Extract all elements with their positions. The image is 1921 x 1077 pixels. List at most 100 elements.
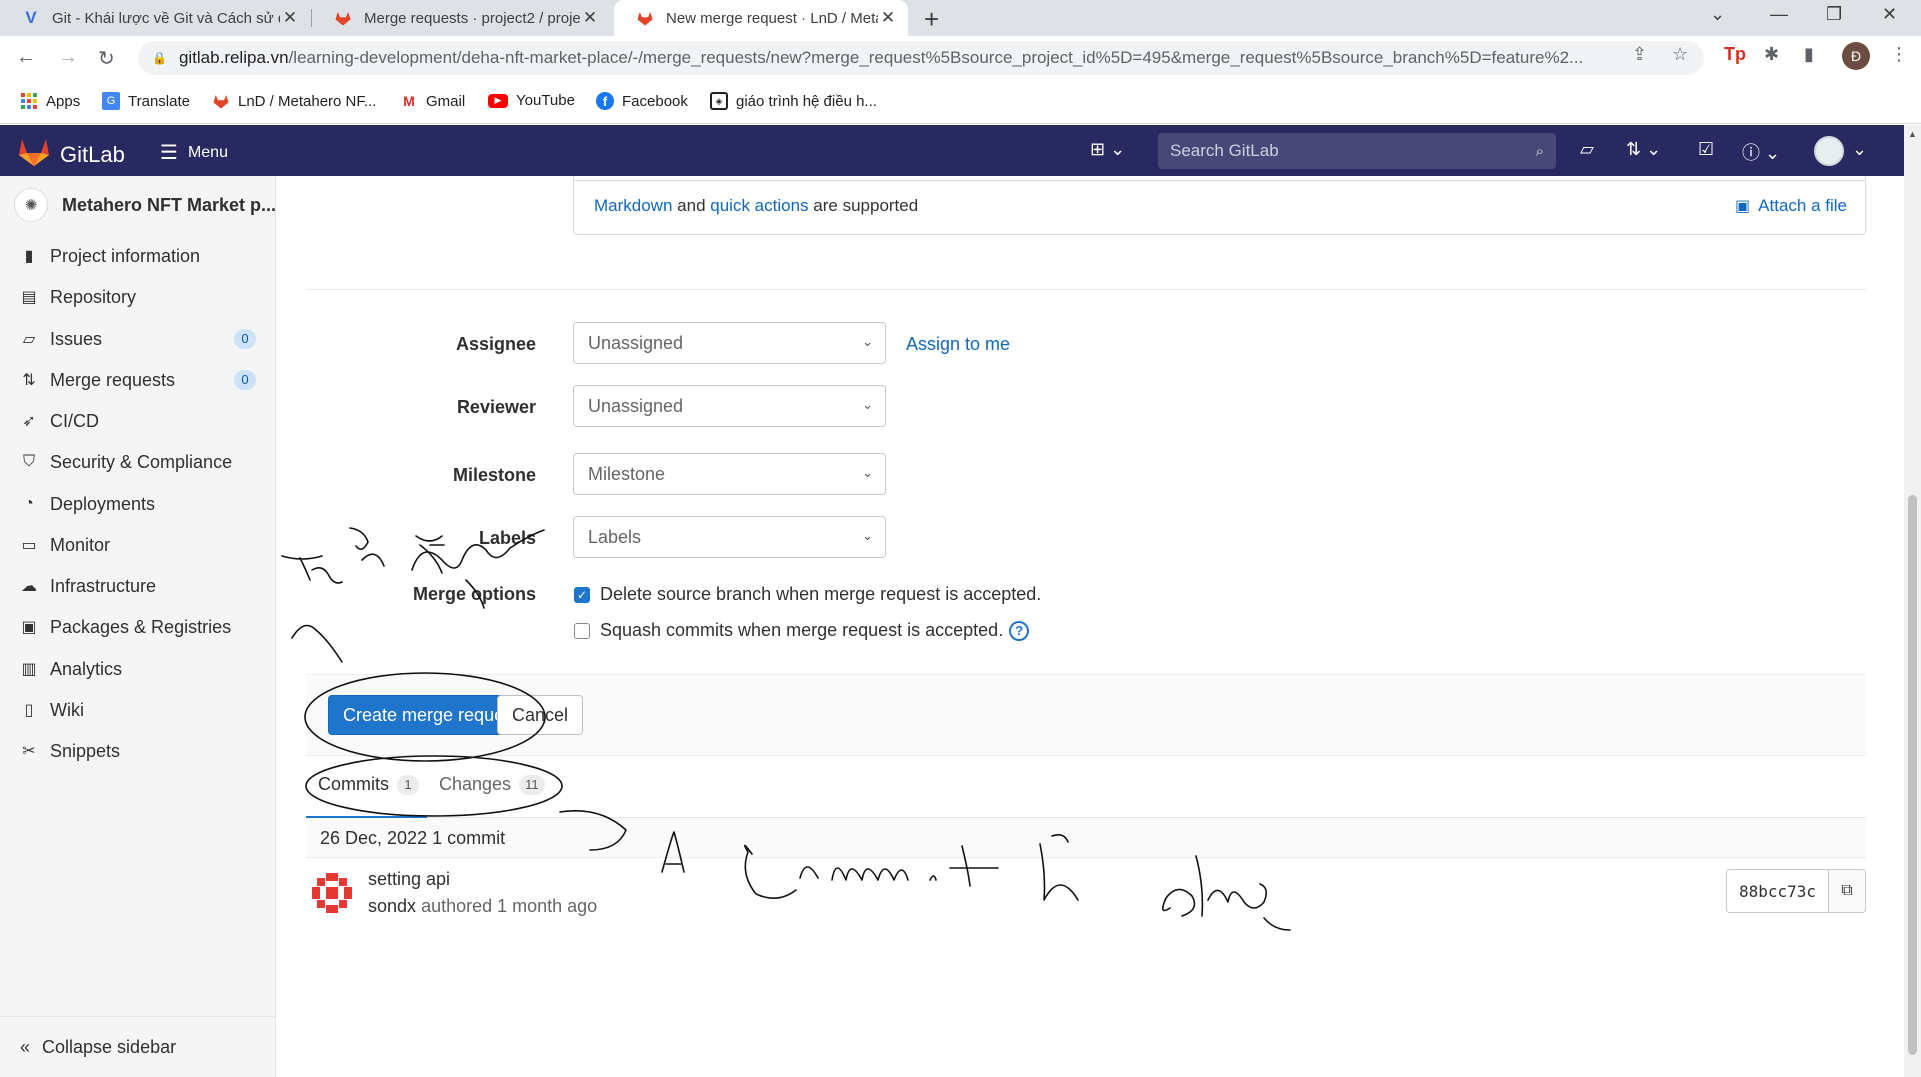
bookmark-youtube[interactable]: ▶ YouTube: [488, 92, 575, 109]
sidebar-item-label: Packages & Registries: [50, 616, 232, 637]
bookmark-giao-trinh[interactable]: ◈ giáo trình hệ điều h...: [710, 92, 877, 110]
bookmark-label: YouTube: [516, 92, 575, 109]
scroll-up-arrow-icon[interactable]: ▲: [1908, 129, 1917, 139]
info-icon: ▮: [24, 248, 34, 265]
sidebar-item-ci-cd[interactable]: ➶ CI/CD: [20, 406, 262, 436]
share-icon[interactable]: ⇪: [1632, 44, 1647, 65]
sidebar-item-label: Analytics: [50, 658, 123, 679]
issues-icon: ▱: [22, 331, 36, 348]
cancel-button[interactable]: Cancel: [497, 695, 584, 735]
page-scrollbar[interactable]: ▲: [1904, 125, 1921, 1077]
forward-arrow-icon[interactable]: →: [58, 46, 78, 69]
project-name-link[interactable]: ✺ Metahero NFT Market p...: [14, 188, 276, 222]
search-gitlab-input[interactable]: Search GitLab ⌕: [1158, 133, 1556, 169]
commit-author-link[interactable]: sondx: [368, 896, 416, 916]
kebab-menu-icon[interactable]: ⋮: [1890, 44, 1908, 65]
delete-source-branch-checkbox[interactable]: ✓: [574, 586, 590, 603]
tab-search-chevron-icon[interactable]: ⌄: [1710, 4, 1725, 25]
minimize-icon[interactable]: —: [1770, 4, 1788, 25]
todos-icon[interactable]: ☑: [1698, 139, 1714, 160]
delete-source-branch-option[interactable]: ✓ Delete source branch when merge reques…: [574, 584, 1041, 605]
window-close-icon[interactable]: ✕: [1882, 4, 1897, 25]
squash-commits-option[interactable]: Squash commits when merge request is acc…: [574, 620, 1030, 641]
attach-file-button[interactable]: ▣ Attach a file: [1735, 196, 1847, 216]
sidebar-item-analytics[interactable]: ▥ Analytics: [20, 654, 262, 684]
sidebar-item-issues[interactable]: ▱ Issues 0: [20, 324, 262, 354]
commit-title-link[interactable]: setting api: [368, 869, 450, 890]
sidebar-item-security[interactable]: ⛉ Security & Compliance: [20, 447, 262, 477]
new-tab-button[interactable]: +: [924, 4, 939, 35]
restore-icon[interactable]: ❐: [1826, 4, 1842, 25]
reload-icon[interactable]: ↻: [98, 46, 115, 71]
sidebar-item-label: Snippets: [50, 740, 121, 761]
scrollbar-thumb[interactable]: [1908, 495, 1917, 1055]
close-icon[interactable]: ✕: [878, 8, 898, 28]
bookmark-star-icon[interactable]: ☆: [1672, 44, 1688, 65]
back-arrow-icon[interactable]: ←: [16, 46, 36, 69]
sidebar-item-label: Merge requests: [50, 369, 176, 390]
commit-meta: sondx authored 1 month ago: [368, 896, 597, 917]
issues-header-icon[interactable]: ▱: [1580, 139, 1594, 160]
merge-options-label: Merge options: [412, 584, 536, 604]
sidebar-item-repository[interactable]: ▤ Repository: [20, 282, 262, 312]
sidebar-item-deployments[interactable]: ◔ Deployments: [20, 489, 262, 519]
commit-sha-button[interactable]: 88bcc73c: [1726, 870, 1829, 912]
bookmark-apps[interactable]: Apps: [20, 92, 80, 110]
bookmark-label: LnD / Metahero NF...: [238, 92, 377, 110]
milestone-label: Milestone: [452, 465, 536, 485]
sidebar-item-project-information[interactable]: ▮ Project information: [20, 241, 262, 271]
help-icon[interactable]: ⓘ ⌄: [1742, 139, 1780, 165]
bookmark-facebook[interactable]: f Facebook: [596, 92, 688, 110]
tab-commits[interactable]: Commits 1: [318, 774, 419, 795]
assignee-dropdown[interactable]: Unassigned ⌄: [573, 322, 886, 364]
extension-tp-icon[interactable]: Tp: [1724, 44, 1746, 65]
author-avatar[interactable]: [308, 869, 356, 917]
sidebar-item-infrastructure[interactable]: ☁ Infrastructure: [20, 571, 262, 601]
sidebar-item-merge-requests[interactable]: ⇅ Merge requests 0: [20, 365, 262, 395]
quick-actions-link[interactable]: quick actions: [710, 196, 808, 215]
user-avatar[interactable]: [1814, 136, 1844, 166]
labels-dropdown[interactable]: Labels ⌄: [573, 516, 886, 558]
close-icon[interactable]: ✕: [280, 8, 300, 28]
extensions-puzzle-icon[interactable]: ✱: [1764, 44, 1779, 65]
profile-avatar[interactable]: Đ: [1842, 42, 1870, 70]
sidebar-item-wiki[interactable]: ▯ Wiki: [20, 695, 262, 725]
bookmark-label: Apps: [46, 92, 81, 110]
close-icon[interactable]: ✕: [580, 8, 600, 28]
merge-request-icon: ⇅: [22, 372, 36, 389]
markdown-hint: Markdown and quick actions are supported: [594, 196, 918, 216]
merge-requests-header-icon[interactable]: ⇅ ⌄: [1626, 139, 1661, 160]
browser-tab-new-merge-request[interactable]: New merge request · LnD / Metahero ✕: [614, 0, 908, 36]
sidebar-item-packages[interactable]: ▣ Packages & Registries: [20, 612, 262, 642]
markdown-link[interactable]: Markdown: [594, 196, 672, 215]
bookmark-lnd-metahero[interactable]: LnD / Metahero NF...: [212, 92, 376, 110]
bookmark-gmail[interactable]: M Gmail: [400, 92, 465, 110]
bookmark-translate[interactable]: G Translate: [102, 92, 190, 110]
assignee-value: Unassigned: [588, 332, 684, 353]
new-item-dropdown-icon[interactable]: ⊞ ⌄: [1090, 139, 1125, 160]
squash-commits-checkbox[interactable]: [574, 622, 590, 639]
milestone-dropdown[interactable]: Milestone ⌄: [573, 453, 886, 495]
gitlab-logo-icon: [18, 137, 50, 173]
side-panel-icon[interactable]: ▮: [1804, 44, 1814, 65]
chevron-down-icon[interactable]: ⌄: [1852, 139, 1867, 160]
gitlab-home-link[interactable]: GitLab: [18, 137, 125, 173]
copy-icon[interactable]: ⧉: [1829, 870, 1865, 912]
form-divider: [306, 289, 1866, 290]
reviewer-dropdown[interactable]: Unassigned ⌄: [573, 385, 886, 427]
browser-tab-merge-requests[interactable]: Merge requests · project2 / project ✕: [312, 0, 610, 36]
sidebar-item-snippets[interactable]: ✂ Snippets: [20, 736, 262, 766]
assign-to-me-link[interactable]: Assign to me: [906, 334, 1010, 355]
package-icon: ▣: [21, 619, 37, 636]
address-bar[interactable]: 🔒 gitlab.relipa.vn/learning-development/…: [138, 41, 1704, 75]
commit-day-header: 26 Dec, 2022 1 commit: [306, 818, 1866, 858]
tab-changes[interactable]: Changes 11: [439, 774, 545, 795]
question-help-icon[interactable]: ?: [1009, 620, 1030, 641]
sidebar-item-label: Security & Compliance: [50, 451, 233, 472]
commit-sha-group: 88bcc73c ⧉: [1725, 869, 1866, 913]
sidebar-item-monitor[interactable]: ▭ Monitor: [20, 530, 262, 560]
menu-button[interactable]: ☰ Menu: [160, 140, 228, 165]
collapse-sidebar-button[interactable]: « Collapse sidebar: [0, 1016, 276, 1077]
page-icon: ◈: [710, 92, 728, 110]
browser-tab-git-guide[interactable]: V Git - Khái lược về Git và Cách sử dụng…: [0, 0, 310, 36]
